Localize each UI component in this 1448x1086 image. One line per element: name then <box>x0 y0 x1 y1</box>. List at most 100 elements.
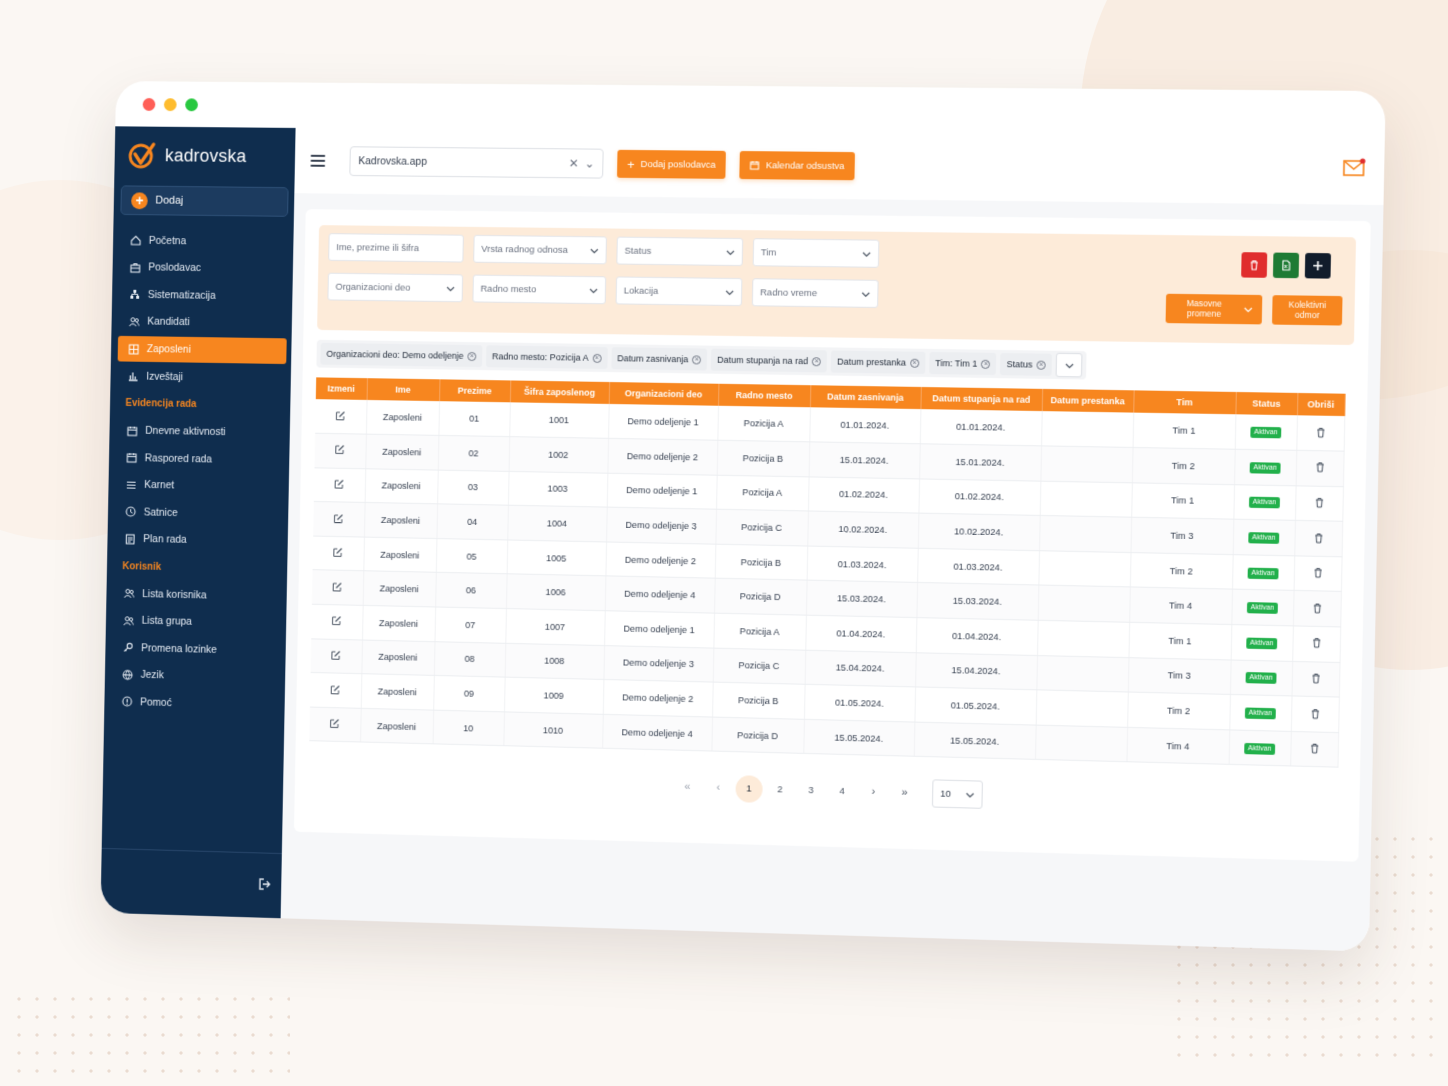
prev-page-button[interactable]: ‹ <box>704 774 731 802</box>
sidebar-footer <box>100 848 281 918</box>
logo[interactable]: kadrovska <box>114 126 295 183</box>
page-size-select[interactable]: 10 <box>932 779 983 809</box>
edit-icon[interactable] <box>335 410 346 421</box>
add-employer-button[interactable]: + Dodaj poslodavca <box>617 150 726 179</box>
edit-icon[interactable] <box>329 718 340 729</box>
delete-cell <box>1293 591 1341 627</box>
column-header-organizacioni-deo[interactable]: Organizacioni deo <box>609 382 719 406</box>
edit-icon[interactable] <box>334 444 345 455</box>
work-time-select[interactable]: Radno vreme <box>752 278 879 308</box>
sidebar-item-promena-lozinke[interactable]: Promena lozinke <box>105 634 286 665</box>
remove-filter-icon[interactable]: × <box>467 351 476 360</box>
sidebar-item-zaposleni[interactable]: Zaposleni <box>118 336 287 364</box>
mail-icon[interactable] <box>1343 158 1366 177</box>
minimize-window-icon[interactable] <box>164 98 177 111</box>
sidebar-item-raspored-rada[interactable]: Raspored rada <box>109 444 290 474</box>
column-header-izmeni[interactable]: Izmeni <box>316 377 367 400</box>
remove-filter-icon[interactable]: × <box>910 358 919 367</box>
cell-last-name: 07 <box>435 607 506 643</box>
first-page-button[interactable]: « <box>674 773 701 801</box>
status-cell: Aktivan <box>1233 484 1295 520</box>
close-window-icon[interactable] <box>143 98 156 111</box>
column-header-radno-mesto[interactable]: Radno mesto <box>718 384 810 408</box>
trash-icon[interactable] <box>1313 497 1325 508</box>
trash-icon[interactable] <box>1308 743 1320 754</box>
trash-icon[interactable] <box>1309 708 1321 719</box>
chevron-down-icon[interactable]: ⌄ <box>584 156 594 170</box>
absence-calendar-button[interactable]: Kalendar odsustva <box>739 151 854 180</box>
column-header-tim[interactable]: Tim <box>1133 390 1236 414</box>
trash-icon[interactable] <box>1314 462 1326 473</box>
export-excel-button[interactable] <box>1273 253 1299 279</box>
remove-filter-icon[interactable]: × <box>812 357 821 366</box>
next-page-button[interactable]: › <box>859 778 887 806</box>
add-employee-button[interactable] <box>1305 253 1331 279</box>
sidebar-item-poslodavac[interactable]: Poslodavac <box>112 254 293 283</box>
chips-expand-button[interactable] <box>1056 353 1083 378</box>
sidebar-item-izvestaji[interactable]: Izveštaji <box>110 362 291 392</box>
last-page-button[interactable]: » <box>891 779 919 807</box>
column-header-ime[interactable]: Ime <box>367 378 440 401</box>
logout-icon[interactable] <box>258 877 272 891</box>
edit-icon[interactable] <box>332 581 343 592</box>
sidebar-item-pocetna[interactable]: Početna <box>113 227 294 256</box>
column-header-obrisi[interactable]: Obriši <box>1297 393 1345 416</box>
edit-icon[interactable] <box>331 615 342 626</box>
collective-leave-button[interactable]: Kolektivni odmor <box>1272 295 1343 325</box>
column-header-prezime[interactable]: Prezime <box>439 379 510 402</box>
team-select[interactable]: Tim <box>753 238 880 268</box>
edit-icon[interactable] <box>331 650 342 661</box>
page-button-4[interactable]: 4 <box>828 777 856 805</box>
column-header-datum-stupanja-na-rad[interactable]: Datum stupanja na rad <box>920 387 1042 411</box>
org-unit-select[interactable]: Organizacioni deo <box>327 273 463 303</box>
column-header-status[interactable]: Status <box>1235 392 1297 415</box>
search-input[interactable]: Ime, prezime ili šifra <box>328 233 464 262</box>
remove-filter-icon[interactable]: × <box>592 353 601 362</box>
trash-icon[interactable] <box>1310 672 1322 683</box>
column-header-sifra-zaposlenog[interactable]: Šifra zaposlenog <box>510 380 609 403</box>
page-button-2[interactable]: 2 <box>766 775 794 803</box>
add-button[interactable]: + Dodaj <box>120 185 288 216</box>
trash-icon[interactable] <box>1312 567 1324 578</box>
sidebar-item-satnice[interactable]: Satnice <box>108 498 289 529</box>
organization-select[interactable]: Kadrovska.app ✕ ⌄ <box>349 146 603 178</box>
sidebar-item-lista-korisnika[interactable]: Lista korisnika <box>106 580 287 611</box>
page-button-1[interactable]: 1 <box>735 775 762 803</box>
sidebar-item-dnevne-aktivnosti[interactable]: Dnevne aktivnosti <box>109 417 290 447</box>
clear-icon[interactable]: ✕ <box>568 156 578 170</box>
sidebar-item-pomoc[interactable]: Pomoć <box>104 688 285 720</box>
edit-icon[interactable] <box>333 547 344 558</box>
trash-icon[interactable] <box>1315 426 1327 437</box>
remove-filter-icon[interactable]: × <box>692 355 701 364</box>
delete-selected-button[interactable] <box>1241 252 1267 278</box>
status-select[interactable]: Status <box>616 237 743 267</box>
employment-type-select[interactable]: Vrsta radnog odnosa <box>473 235 607 264</box>
remove-filter-icon[interactable]: × <box>981 359 990 368</box>
sidebar-item-kandidati[interactable]: Kandidati <box>111 308 292 338</box>
mass-changes-button[interactable]: Masovne promene <box>1166 294 1263 325</box>
cell-first-name: Zaposleni <box>360 708 433 744</box>
trash-icon[interactable] <box>1311 602 1323 613</box>
sidebar-item-karnet[interactable]: Karnet <box>108 471 289 502</box>
cell-team: Tim 3 <box>1128 657 1231 694</box>
trash-icon[interactable] <box>1312 532 1324 543</box>
cell-last-name: 03 <box>437 470 508 506</box>
column-header-datum-prestanka[interactable]: Datum prestanka <box>1042 389 1134 413</box>
menu-icon[interactable] <box>310 150 332 172</box>
trash-icon[interactable] <box>1310 637 1322 648</box>
page-button-3[interactable]: 3 <box>797 776 825 804</box>
remove-filter-icon[interactable]: × <box>1036 360 1045 369</box>
edit-icon[interactable] <box>330 684 341 695</box>
position-select[interactable]: Radno mesto <box>472 275 606 305</box>
edit-icon[interactable] <box>333 513 344 524</box>
cell-position: Pozicija C <box>713 648 806 685</box>
maximize-window-icon[interactable] <box>185 98 198 111</box>
column-header-datum-zasnivanja[interactable]: Datum zasnivanja <box>810 385 921 409</box>
sidebar-item-lista-grupa[interactable]: Lista grupa <box>106 607 287 638</box>
filter-chip-label: Datum zasnivanja <box>617 353 688 364</box>
sidebar-item-plan-rada[interactable]: Plan rada <box>107 525 288 556</box>
edit-icon[interactable] <box>334 479 345 490</box>
cell-date-terminated <box>1038 585 1130 622</box>
sidebar-item-sistematizacija[interactable]: Sistematizacija <box>112 281 293 311</box>
location-select[interactable]: Lokacija <box>616 276 743 306</box>
